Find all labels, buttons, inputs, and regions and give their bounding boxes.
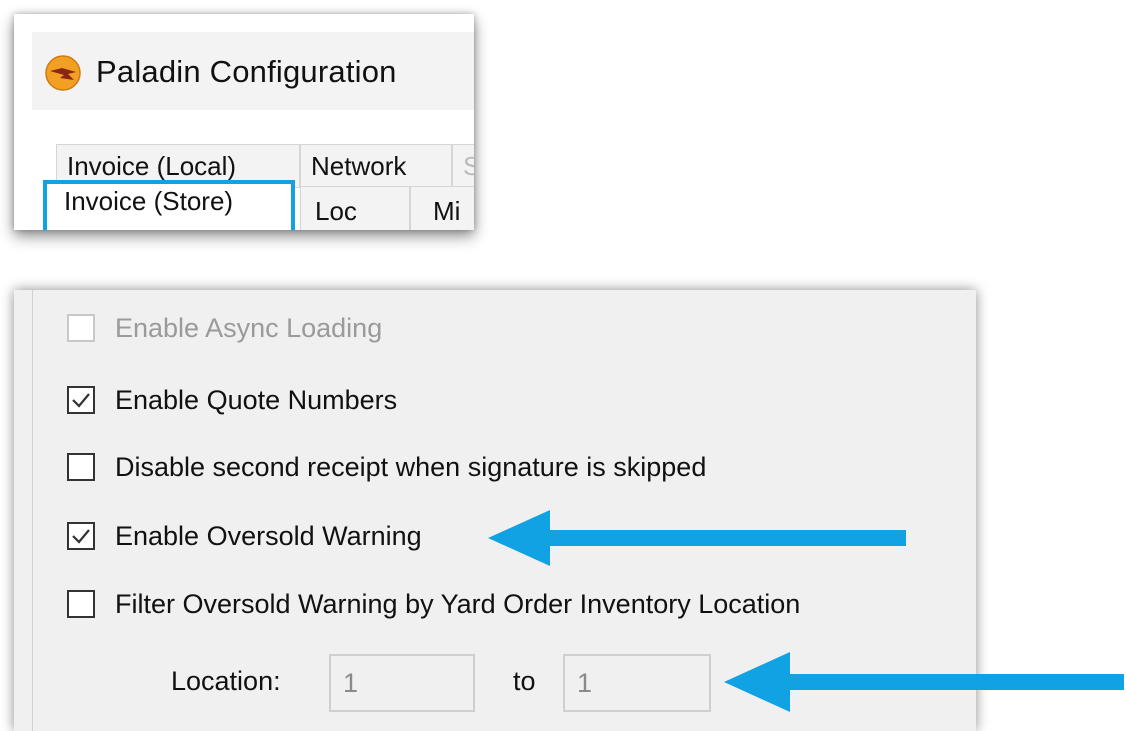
- callout-arrow-location-range: [724, 652, 1124, 712]
- screenshot-stage: Paladin Configuration Invoice (Local) Ne…: [0, 0, 1126, 731]
- tab-strip: Invoice (Local) Network S Loc Mi Invoice…: [14, 124, 474, 230]
- tab-network[interactable]: Network: [300, 144, 452, 188]
- disable-second-receipt-label: Disable second receipt when signature is…: [115, 451, 707, 482]
- option-filter-oversold-warning[interactable]: Filter Oversold Warning by Yard Order In…: [67, 584, 800, 624]
- tab-invoice-store[interactable]: Invoice (Store): [43, 180, 295, 230]
- tab-truncated-s[interactable]: S: [452, 144, 474, 188]
- filter-oversold-warning-checkbox[interactable]: [67, 590, 95, 618]
- filter-oversold-warning-label: Filter Oversold Warning by Yard Order In…: [115, 588, 801, 619]
- tab-mi-truncated[interactable]: Mi: [410, 186, 474, 230]
- window-title: Paladin Configuration: [96, 54, 397, 89]
- title-bar: Paladin Configuration: [14, 14, 474, 124]
- paladin-app-icon: [45, 55, 81, 91]
- checkmark-icon: [72, 393, 90, 408]
- tab-loc[interactable]: Loc: [300, 186, 410, 230]
- location-to-label: to: [513, 666, 536, 696]
- location-to-input[interactable]: 1: [563, 654, 711, 712]
- option-enable-async-loading[interactable]: Enable Async Loading: [67, 308, 382, 348]
- enable-quote-numbers-label: Enable Quote Numbers: [115, 384, 398, 415]
- callout-arrow-oversold-warning: [488, 510, 906, 566]
- option-enable-oversold-warning[interactable]: Enable Oversold Warning: [67, 516, 422, 556]
- location-label: Location:: [171, 666, 281, 696]
- configuration-window-crop: Paladin Configuration Invoice (Local) Ne…: [14, 14, 474, 230]
- location-from-input[interactable]: 1: [329, 654, 475, 712]
- checkmark-icon: [72, 529, 90, 544]
- enable-async-loading-checkbox[interactable]: [67, 314, 95, 342]
- option-enable-quote-numbers[interactable]: Enable Quote Numbers: [67, 380, 397, 420]
- option-disable-second-receipt[interactable]: Disable second receipt when signature is…: [67, 447, 706, 487]
- enable-quote-numbers-checkbox[interactable]: [67, 386, 95, 414]
- enable-async-loading-label: Enable Async Loading: [115, 312, 383, 343]
- disable-second-receipt-checkbox[interactable]: [67, 453, 95, 481]
- enable-oversold-warning-label: Enable Oversold Warning: [115, 520, 422, 551]
- enable-oversold-warning-checkbox[interactable]: [67, 522, 95, 550]
